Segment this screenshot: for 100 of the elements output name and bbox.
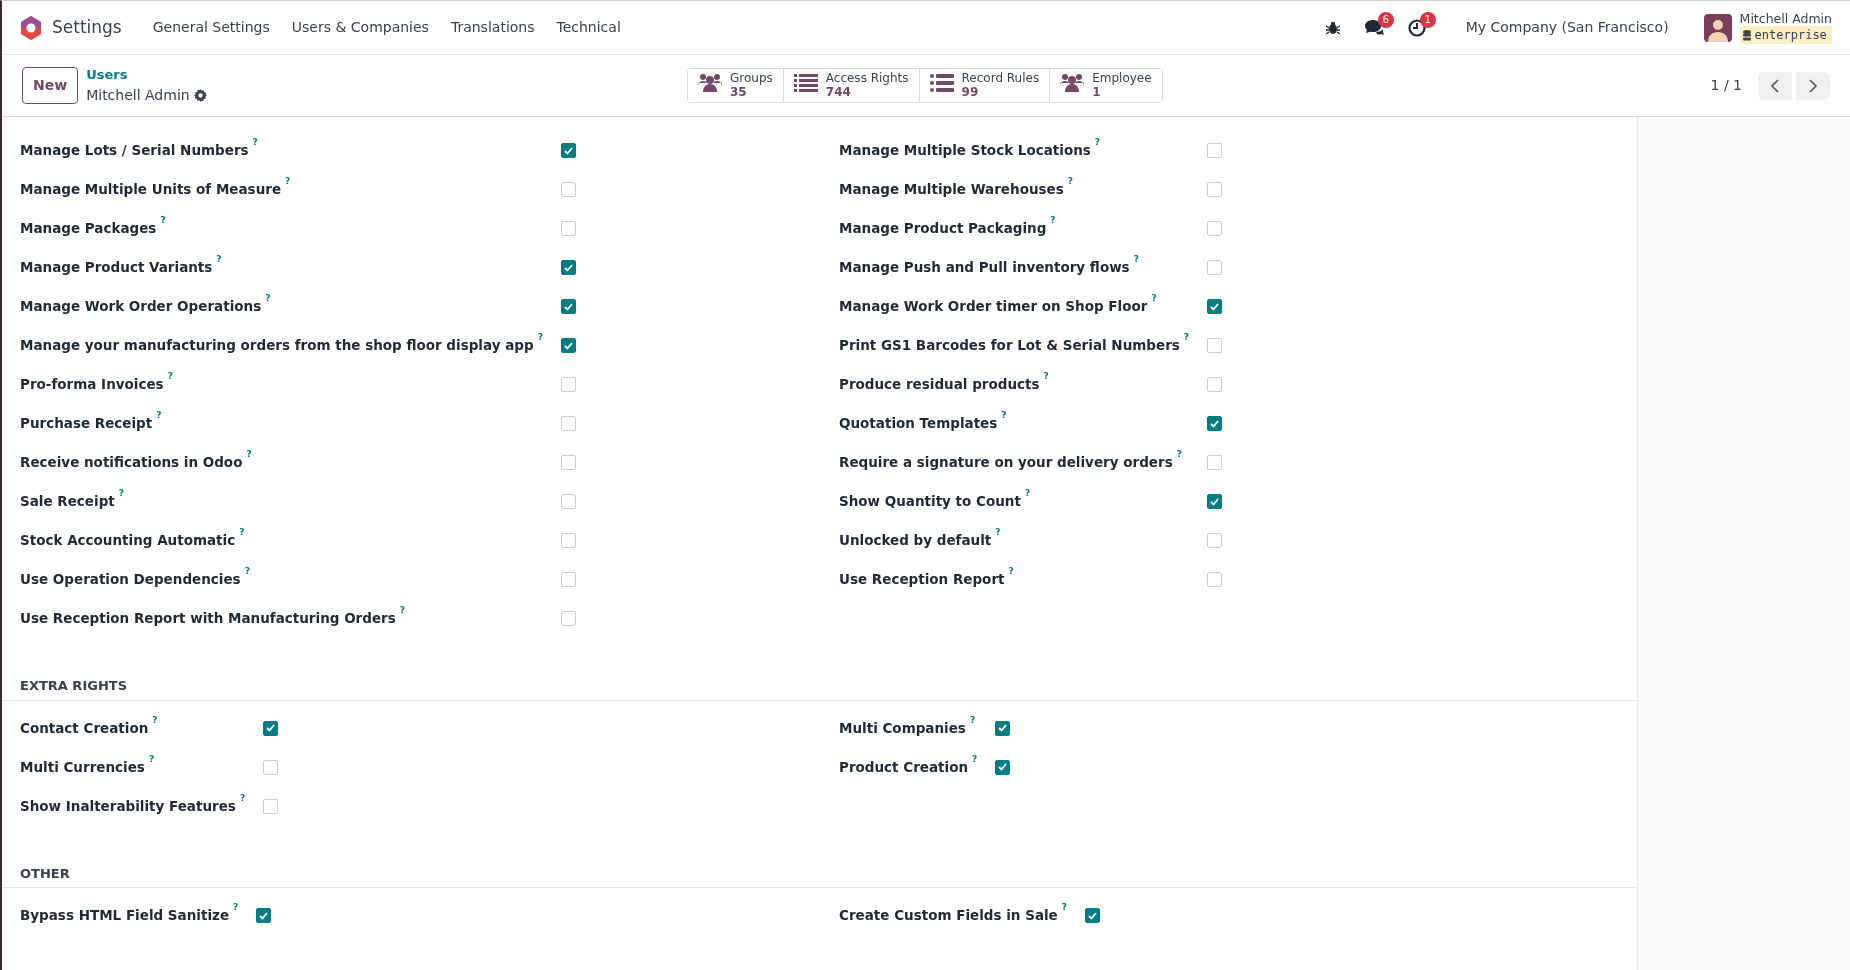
field-label: Receive notifications in Odoo $^{?}$ (20, 452, 252, 473)
field-label: Manage your manufacturing orders from the shop floor display app $^{?}$ (20, 335, 543, 356)
help-tooltip[interactable]: ? (244, 566, 250, 577)
clock-icon[interactable] (1407, 18, 1426, 37)
check-icon (1210, 302, 1220, 311)
field-label: Use Reception Report $^{?}$ (839, 569, 1014, 590)
field-label: Pro-forma Invoices $^{?}$ (20, 374, 173, 395)
help-tooltip[interactable]: ? (285, 176, 291, 187)
field-label: Multi Companies $^{?}$ (839, 717, 976, 738)
help-tooltip[interactable]: ? (118, 488, 124, 499)
check-icon (563, 341, 573, 350)
field-label: Bypass HTML Field Sanitize $^{?}$ (20, 905, 239, 926)
field-label: Manage Multiple Units of Measure $^{?}$ (20, 179, 291, 200)
field-label: Manage Multiple Stock Locations $^{?}$ (839, 140, 1101, 161)
field-label: Contact Creation $^{?}$ (20, 717, 158, 738)
field-label: Manage Work Order timer on Shop Floor $^{?}$ (839, 296, 1157, 317)
help-tooltip[interactable]: ? (1043, 371, 1049, 382)
field-label: Produce residual products $^{?}$ (839, 374, 1049, 395)
help-tooltip[interactable]: ? (1008, 566, 1014, 577)
app-title[interactable]: Settings (52, 14, 122, 41)
help-tooltip[interactable]: ? (1094, 137, 1101, 148)
field-label: Sale Receipt $^{?}$ (20, 491, 124, 512)
help-tooltip[interactable]: ? (156, 410, 162, 421)
chevron-right-icon (1808, 79, 1818, 94)
help-tooltip[interactable]: ? (148, 753, 155, 764)
help-tooltip[interactable]: ? (537, 332, 543, 343)
field-label: Stock Accounting Automatic $^{?}$ (20, 530, 245, 551)
field-label: Show Inalterability Features $^{?}$ (20, 795, 246, 816)
app-logo-icon[interactable] (20, 15, 42, 40)
help-tooltip[interactable]: ? (399, 605, 405, 616)
help-tooltip[interactable]: ? (1024, 488, 1031, 499)
help-tooltip[interactable]: ? (252, 137, 258, 148)
checkbox[interactable] (1207, 494, 1223, 509)
checkbox[interactable] (1085, 908, 1100, 923)
stat-button[interactable]: Groups 35 (688, 68, 784, 103)
bug-icon[interactable] (1325, 20, 1340, 35)
help-tooltip[interactable]: ? (167, 371, 173, 382)
user-name[interactable]: Mitchell Admin (1739, 11, 1832, 26)
help-tooltip[interactable]: ? (239, 792, 246, 803)
new-button[interactable]: New (22, 67, 79, 104)
help-tooltip[interactable]: ? (239, 527, 245, 538)
checkbox[interactable] (560, 299, 576, 314)
check-icon (1210, 497, 1220, 506)
menu-item[interactable]: General Settings (141, 17, 281, 38)
help-tooltip[interactable]: ? (246, 449, 252, 460)
help-tooltip[interactable]: ? (152, 714, 158, 725)
check-icon (563, 263, 573, 272)
avatar-icon[interactable] (1703, 13, 1732, 42)
help-tooltip[interactable]: ? (1133, 254, 1139, 265)
field-label: Manage Multiple Warehouses $^{?}$ (839, 179, 1073, 200)
chat-icon[interactable] (1363, 19, 1384, 36)
field-label: Print GS1 Barcodes for Lot & Serial Numbers $^{?}$ (839, 335, 1190, 356)
menu-item[interactable]: Users & Companies (280, 17, 440, 38)
checkbox[interactable] (263, 720, 279, 736)
help-tooltip[interactable]: ? (1183, 332, 1190, 343)
menu-item[interactable]: Technical (545, 17, 632, 38)
help-tooltip[interactable]: ? (265, 293, 271, 304)
check-icon (1210, 419, 1220, 428)
help-tooltip[interactable]: ? (972, 753, 978, 764)
checkbox[interactable] (256, 908, 272, 923)
settings-icon[interactable] (193, 88, 207, 102)
help-tooltip[interactable]: ? (1176, 449, 1182, 460)
help-tooltip[interactable]: ? (1151, 293, 1157, 304)
field-label: Use Operation Dependencies $^{?}$ (20, 569, 250, 590)
checkbox[interactable] (1207, 416, 1223, 431)
field-label: Show Quantity to Count $^{?}$ (839, 491, 1031, 512)
previous-button[interactable] (1758, 71, 1792, 100)
field-label: Create Custom Fields in Sale $^{?}$ (839, 905, 1067, 926)
company-switcher[interactable]: My Company (San Francisco) (1449, 17, 1680, 38)
field-label: Manage Product Variants $^{?}$ (20, 257, 222, 278)
next-button[interactable] (1796, 71, 1830, 100)
help-tooltip[interactable]: ? (995, 527, 1001, 538)
checkbox[interactable] (995, 720, 1011, 736)
breadcrumb-link[interactable]: Users (86, 65, 207, 85)
checkbox[interactable] (560, 338, 576, 353)
checkbox[interactable] (560, 143, 576, 158)
checkbox[interactable] (560, 260, 576, 275)
help-tooltip[interactable]: ? (969, 714, 976, 725)
checkbox[interactable] (1207, 299, 1223, 314)
database-name: enterprise (1754, 27, 1827, 44)
help-tooltip[interactable]: ? (1067, 176, 1073, 187)
help-tooltip[interactable]: ? (1061, 902, 1067, 913)
help-tooltip[interactable]: ? (1050, 215, 1056, 226)
record-title: Mitchell Admin (86, 85, 190, 105)
field-label: Product Creation $^{?}$ (839, 756, 978, 777)
pager-value: 1 / 1 (1710, 76, 1742, 95)
field-label: Manage Push and Pull inventory flows $^{?}$ (839, 257, 1139, 278)
check-icon (563, 302, 573, 311)
help-tooltip[interactable]: ? (233, 902, 239, 913)
help-tooltip[interactable]: ? (1001, 410, 1007, 421)
help-tooltip[interactable]: ? (216, 254, 222, 265)
checkbox[interactable] (995, 759, 1011, 775)
help-tooltip[interactable]: ? (160, 215, 166, 226)
field-label: Multi Currencies $^{?}$ (20, 756, 155, 777)
menu-item[interactable]: Translations (439, 17, 546, 38)
users-icon (1060, 71, 1085, 93)
field-label: Require a signature on your delivery orders $^{?}$ (839, 452, 1182, 473)
field-label: Purchase Receipt $^{?}$ (20, 413, 162, 434)
field-label: Manage Packages $^{?}$ (20, 218, 166, 239)
check-icon (259, 911, 269, 920)
